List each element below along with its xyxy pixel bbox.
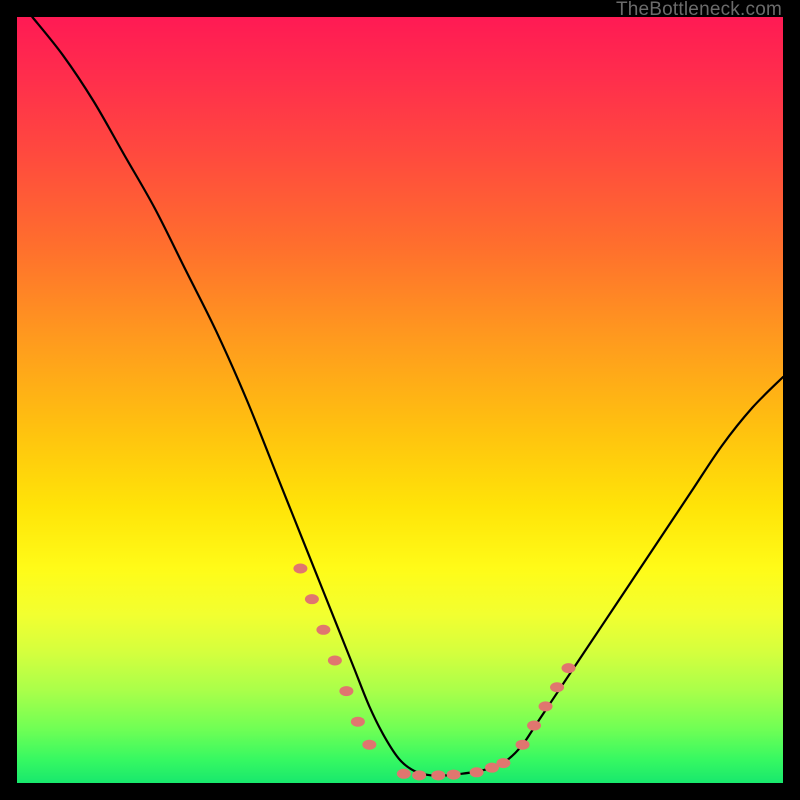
curve-marker: [470, 767, 484, 777]
curve-marker: [339, 686, 353, 696]
bottleneck-curve-svg: [17, 17, 783, 783]
curve-marker: [397, 769, 411, 779]
plot-area: [17, 17, 783, 783]
watermark-text: TheBottleneck.com: [616, 0, 782, 21]
curve-marker: [328, 655, 342, 665]
curve-marker: [412, 770, 426, 780]
curve-marker: [447, 770, 461, 780]
curve-marker: [562, 663, 576, 673]
curve-marker: [351, 717, 365, 727]
curve-marker: [293, 564, 307, 574]
chart-frame: TheBottleneck.com: [0, 0, 800, 800]
curve-marker: [362, 740, 376, 750]
marker-layer: [293, 564, 575, 781]
curve-marker: [305, 594, 319, 604]
curve-marker: [516, 740, 530, 750]
curve-marker: [316, 625, 330, 635]
curve-marker: [527, 721, 541, 731]
bottleneck-curve: [32, 17, 783, 776]
curve-marker: [539, 701, 553, 711]
curve-marker: [496, 758, 510, 768]
curve-marker: [550, 682, 564, 692]
curve-marker: [431, 770, 445, 780]
